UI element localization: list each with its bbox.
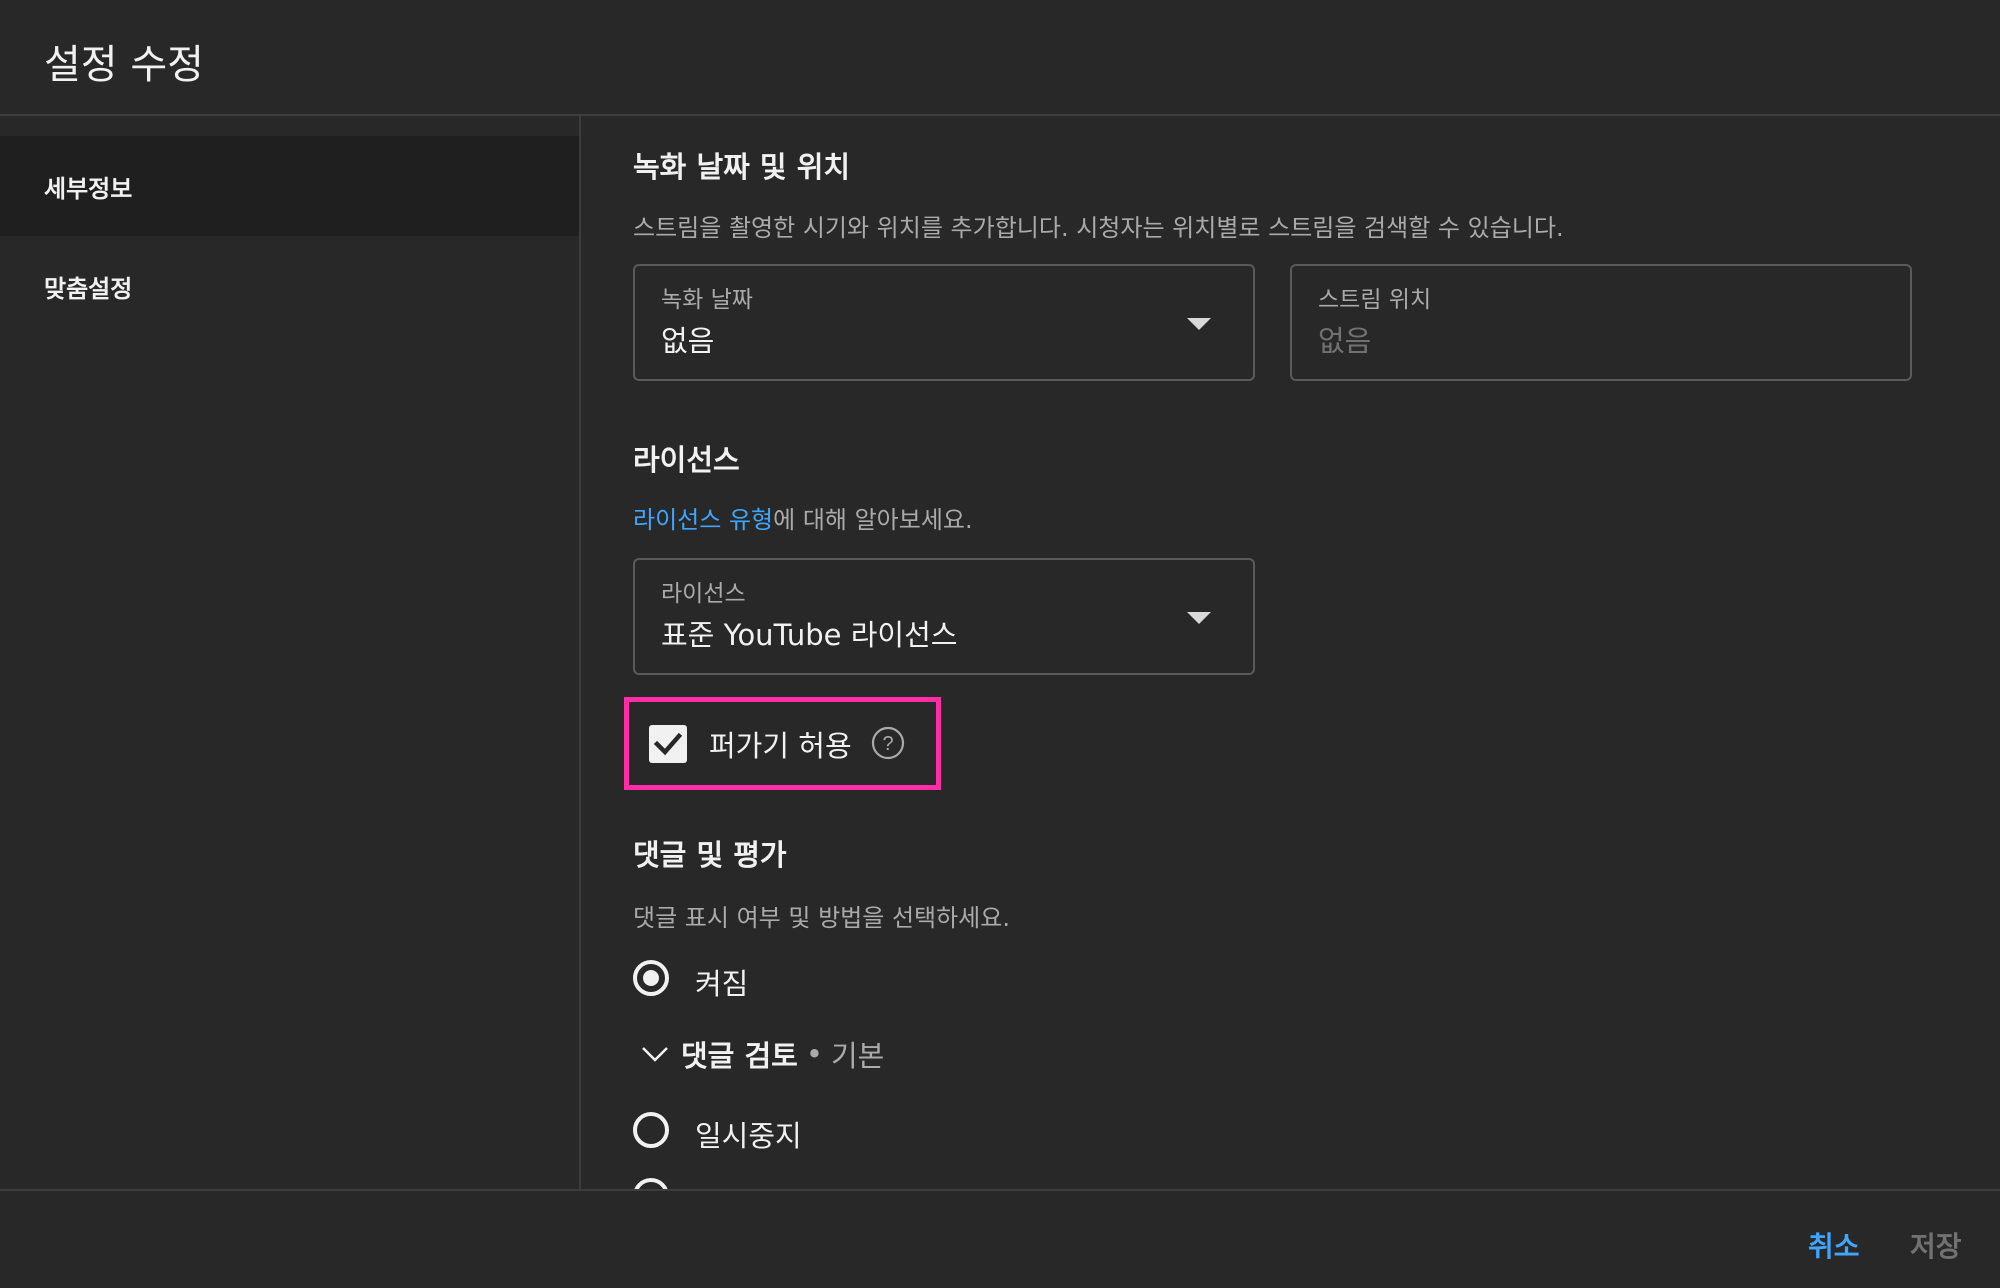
comments-section-title: 댓글 및 평가: [633, 838, 787, 872]
radio-selected-dot: [643, 970, 659, 986]
sidebar-item-customization[interactable]: 맞춤설정: [0, 236, 579, 336]
comments-on-radio[interactable]: [633, 960, 669, 996]
comment-review-separator: •: [805, 1037, 823, 1071]
stream-location-placeholder: 없음: [1318, 324, 1372, 358]
allow-embedding-label: 퍼가기 허용: [709, 729, 852, 763]
comments-paused-radio[interactable]: [633, 1112, 669, 1148]
comment-review-expander[interactable]: 댓글 검토 • 기본: [641, 1034, 884, 1074]
recording-date-dropdown[interactable]: 녹화 날짜 없음: [633, 264, 1255, 381]
recording-section-description: 스트림을 촬영한 시기와 위치를 추가합니다. 시청자는 위치별로 스트림을 검…: [633, 214, 1564, 242]
main-content: 녹화 날짜 및 위치 스트림을 촬영한 시기와 위치를 추가합니다. 시청자는 …: [581, 116, 2000, 1189]
cancel-button[interactable]: 취소: [1808, 1225, 1860, 1265]
comment-review-value: 기본: [830, 1039, 885, 1073]
comments-on-label: 켜짐: [695, 967, 749, 1001]
recording-section-title: 녹화 날짜 및 위치: [633, 150, 851, 184]
dropdown-arrow-icon: [1187, 612, 1211, 624]
recording-date-value: 없음: [661, 324, 715, 358]
checkmark-icon: [653, 732, 683, 756]
svg-text:?: ?: [882, 733, 893, 755]
license-label: 라이선스: [661, 581, 746, 607]
recording-date-label: 녹화 날짜: [661, 287, 753, 313]
allow-embedding-checkbox[interactable]: [649, 725, 687, 763]
license-dropdown[interactable]: 라이선스 표준 YouTube 라이선스: [633, 558, 1255, 675]
comment-review-title: 댓글 검토: [681, 1039, 798, 1073]
sidebar-item-label: 맞춤설정: [44, 274, 133, 303]
edit-settings-dialog: 설정 수정 세부정보 맞춤설정 녹화 날짜 및 위치 스트림을 촬영한 시기와 …: [0, 0, 2000, 1288]
dialog-footer: 취소 저장: [0, 1189, 2000, 1288]
sidebar: 세부정보 맞춤설정: [0, 116, 581, 1189]
stream-location-input[interactable]: 스트림 위치 없음: [1290, 264, 1912, 381]
license-section-description: 라이선스 유형에 대해 알아보세요.: [633, 500, 973, 535]
sidebar-item-details[interactable]: 세부정보: [0, 136, 579, 236]
save-button[interactable]: 저장: [1910, 1225, 1962, 1265]
dropdown-arrow-icon: [1187, 318, 1211, 330]
comments-paused-label: 일시중지: [695, 1119, 802, 1153]
help-icon[interactable]: ?: [871, 726, 905, 760]
license-value: 표준 YouTube 라이선스: [661, 618, 958, 652]
chevron-down-icon: [642, 1047, 668, 1062]
dialog-title: 설정 수정: [44, 42, 204, 88]
license-description-suffix: 에 대해 알아보세요.: [773, 506, 973, 534]
comments-section-description: 댓글 표시 여부 및 방법을 선택하세요.: [633, 904, 1010, 932]
license-section-title: 라이선스: [633, 443, 740, 477]
sidebar-item-label: 세부정보: [44, 174, 133, 203]
license-types-link[interactable]: 라이선스 유형: [633, 506, 773, 534]
comments-off-radio[interactable]: [633, 1178, 669, 1189]
dialog-header: 설정 수정: [0, 0, 2000, 116]
stream-location-label: 스트림 위치: [1318, 287, 1432, 313]
